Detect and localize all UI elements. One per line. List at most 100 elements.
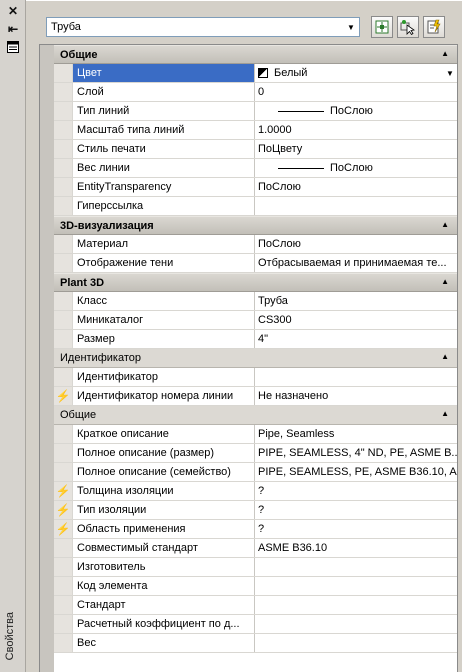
property-name: Тип изоляции: [73, 501, 255, 519]
property-value[interactable]: 4": [255, 330, 457, 348]
property-name: Отображение тени: [73, 254, 255, 272]
collapse-icon[interactable]: ▲: [441, 49, 449, 58]
property-value[interactable]: 0: [255, 83, 457, 101]
property-value[interactable]: ПоСлою: [255, 102, 457, 120]
property-value[interactable]: PIPE, SEAMLESS, 4" ND, PE, ASME B...: [255, 444, 457, 462]
property-value[interactable]: ?: [255, 482, 457, 500]
property-name: Тип линий: [73, 102, 255, 120]
property-row[interactable]: ⚡ Тип изоляции?: [54, 501, 457, 520]
property-name: Совместимый стандарт: [73, 539, 255, 557]
property-row[interactable]: ⚡ Толщина изоляции?: [54, 482, 457, 501]
section-3d-visualization[interactable]: 3D-визуализация ▲: [54, 216, 457, 235]
property-row[interactable]: Слой 0: [54, 83, 457, 102]
row-flag: [54, 463, 73, 481]
property-value[interactable]: ?: [255, 501, 457, 519]
property-row[interactable]: Расчетный коэффициент по д...: [54, 615, 457, 634]
property-row[interactable]: Совместимый стандарт ASME B36.10: [54, 539, 457, 558]
autohide-icon[interactable]: ⇤: [5, 22, 21, 36]
properties-panel: Труба ▼ Общие ▲ Цвет Белый ▼ Слой 0 Тип …: [26, 0, 462, 672]
property-value[interactable]: ПоСлою: [255, 159, 457, 177]
property-name: Слой: [73, 83, 255, 101]
property-row[interactable]: Краткое описание Pipe, Seamless: [54, 425, 457, 444]
property-row[interactable]: Вес линии ПоСлою: [54, 159, 457, 178]
property-row[interactable]: Миникаталог CS300: [54, 311, 457, 330]
row-flag: [54, 577, 73, 595]
row-flag: [54, 368, 73, 386]
property-value[interactable]: Белый ▼: [255, 64, 457, 82]
property-row[interactable]: Стиль печати ПоЦвету: [54, 140, 457, 159]
property-row[interactable]: Изготовитель: [54, 558, 457, 577]
row-flag: [54, 425, 73, 443]
property-value[interactable]: [255, 596, 457, 614]
property-row[interactable]: Полное описание (размер) PIPE, SEAMLESS, …: [54, 444, 457, 463]
section-plant3d[interactable]: Plant 3D ▲: [54, 273, 457, 292]
color-swatch-icon: [258, 68, 268, 78]
property-grid[interactable]: Общие ▲ Цвет Белый ▼ Слой 0 Тип линий ПоСл…: [39, 44, 458, 672]
property-row[interactable]: Тип линий ПоСлою: [54, 102, 457, 121]
quick-select-button[interactable]: [423, 16, 445, 38]
property-row[interactable]: Гиперссылка: [54, 197, 457, 216]
palette-title: Свойства: [4, 611, 16, 660]
property-value[interactable]: ?: [255, 520, 457, 538]
subsection-identifier[interactable]: Идентификатор ▲: [54, 349, 457, 368]
property-row[interactable]: Вес: [54, 634, 457, 653]
property-value[interactable]: [255, 197, 457, 215]
property-name: Код элемента: [73, 577, 255, 595]
collapse-icon[interactable]: ▲: [441, 220, 449, 229]
property-value[interactable]: [255, 558, 457, 576]
property-value[interactable]: [255, 615, 457, 633]
property-value[interactable]: Не назначено: [255, 387, 457, 405]
property-value[interactable]: [255, 368, 457, 386]
property-row[interactable]: Размер 4": [54, 330, 457, 349]
row-flag: [54, 83, 73, 101]
property-row[interactable]: Полное описание (семейство) PIPE, SEAMLES…: [54, 463, 457, 482]
property-row[interactable]: Код элемента: [54, 577, 457, 596]
row-flag: [54, 330, 73, 348]
property-value[interactable]: 1.0000: [255, 121, 457, 139]
quick-select-icon: [427, 19, 441, 34]
subsection-title: Идентификатор: [60, 352, 141, 364]
property-value[interactable]: ASME B36.10: [255, 539, 457, 557]
property-value[interactable]: Труба: [255, 292, 457, 310]
property-value[interactable]: PIPE, SEAMLESS, PE, ASME B36.10, A...: [255, 463, 457, 481]
property-row[interactable]: ⚡ Идентификатор номера линии Не назначено: [54, 387, 457, 406]
collapse-icon[interactable]: ▲: [441, 409, 449, 418]
property-value[interactable]: ПоСлою: [255, 235, 457, 253]
toggle-pickadd-button[interactable]: [371, 16, 393, 38]
property-value[interactable]: Pipe, Seamless: [255, 425, 457, 443]
object-type-selector[interactable]: Труба ▼: [46, 17, 360, 37]
property-value[interactable]: ПоЦвету: [255, 140, 457, 158]
row-flag: [54, 102, 73, 120]
select-objects-button[interactable]: [397, 16, 419, 38]
property-row[interactable]: EntityTransparency ПоСлою: [54, 178, 457, 197]
property-name: Полное описание (размер): [73, 444, 255, 462]
properties-menu-icon[interactable]: [5, 40, 21, 54]
property-row[interactable]: Идентификатор: [54, 368, 457, 387]
section-title: 3D-визуализация: [60, 219, 154, 232]
property-value[interactable]: CS300: [255, 311, 457, 329]
property-row[interactable]: ⚡ Область применения?: [54, 520, 457, 539]
property-row[interactable]: Класс Труба: [54, 292, 457, 311]
row-flag: [54, 539, 73, 557]
property-value[interactable]: [255, 634, 457, 652]
row-flag: [54, 558, 73, 576]
close-icon[interactable]: ✕: [5, 4, 21, 18]
subsection-common[interactable]: Общие ▲: [54, 406, 457, 425]
property-value[interactable]: [255, 577, 457, 595]
collapse-icon[interactable]: ▲: [441, 352, 449, 361]
section-general[interactable]: Общие ▲: [54, 45, 457, 64]
lightning-icon: ⚡: [54, 520, 73, 538]
property-row[interactable]: Материал ПоСлою: [54, 235, 457, 254]
property-row[interactable]: Отображение тени Отбрасываемая и принимае…: [54, 254, 457, 273]
property-row[interactable]: Стандарт: [54, 596, 457, 615]
chevron-down-icon[interactable]: ▼: [443, 69, 457, 78]
property-name: Вес: [73, 634, 255, 652]
collapse-icon[interactable]: ▲: [441, 277, 449, 286]
property-row-color[interactable]: Цвет Белый ▼: [54, 64, 457, 83]
object-type-value: Труба: [51, 21, 81, 33]
property-value[interactable]: Отбрасываемая и принимаемая те...: [255, 254, 457, 272]
property-name: Стиль печати: [73, 140, 255, 158]
property-row[interactable]: Масштаб типа линий 1.0000: [54, 121, 457, 140]
lineweight-sample: [278, 167, 324, 169]
property-value[interactable]: ПоСлою: [255, 178, 457, 196]
